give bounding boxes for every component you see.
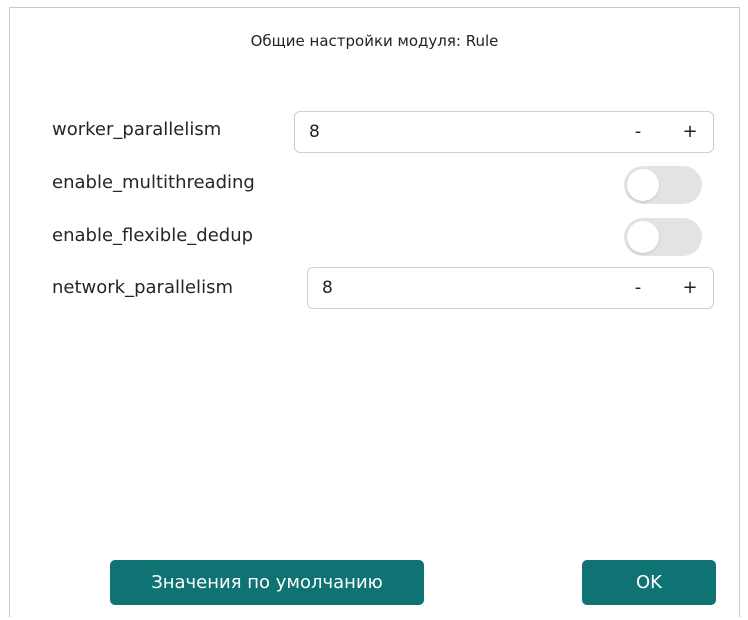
enable-flexible-dedup-toggle[interactable] xyxy=(624,218,702,256)
worker-parallelism-value[interactable]: 8 xyxy=(309,112,320,152)
network-parallelism-decrement-button[interactable]: - xyxy=(625,268,651,308)
restore-defaults-button[interactable]: Значения по умолчанию xyxy=(110,560,424,605)
ok-button[interactable]: OK xyxy=(582,560,716,605)
network-parallelism-increment-button[interactable]: + xyxy=(677,268,703,308)
enable-multithreading-toggle[interactable] xyxy=(624,166,702,204)
network-parallelism-value[interactable]: 8 xyxy=(322,268,333,308)
worker-parallelism-spinbox: 8 - + xyxy=(294,111,714,153)
toggle-knob xyxy=(627,169,659,201)
settings-dialog: Общие настройки модуля: Rule worker_para… xyxy=(9,7,740,617)
network-parallelism-label: network_parallelism xyxy=(52,277,233,298)
worker-parallelism-increment-button[interactable]: + xyxy=(677,112,703,152)
worker-parallelism-label: worker_parallelism xyxy=(52,119,222,140)
enable-flexible-dedup-label: enable_flexible_dedup xyxy=(52,225,254,246)
toggle-knob xyxy=(627,221,659,253)
worker-parallelism-decrement-button[interactable]: - xyxy=(625,112,651,152)
enable-multithreading-label: enable_multithreading xyxy=(52,172,255,193)
dialog-title: Общие настройки модуля: Rule xyxy=(250,32,499,50)
network-parallelism-spinbox: 8 - + xyxy=(307,267,714,309)
